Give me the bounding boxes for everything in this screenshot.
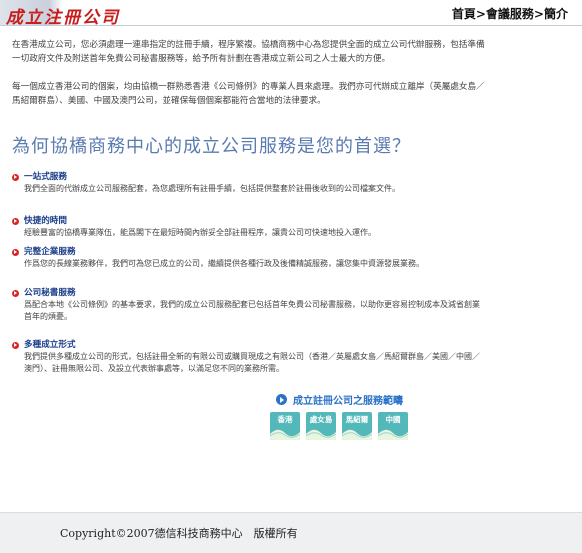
main-content: 在香港成立公司，您必須處理一連串指定的註冊手續，程序繁複。協橋商務中心為您提供全… bbox=[0, 26, 582, 512]
copyright-text: Copyright©2007德信科技商務中心 版權所有 bbox=[60, 527, 298, 540]
services-scope-link[interactable]: 成立註冊公司之服務範疇 bbox=[276, 392, 403, 407]
feature-title: 多種成立形式 bbox=[24, 340, 76, 350]
breadcrumb-current: 簡介 bbox=[543, 7, 568, 21]
feature-complete-corporate-services: 完整企業服務 作爲您的長線業務夥伴，我們可為您已成立的公司，繼續提供各種行政及後… bbox=[12, 246, 482, 270]
feature-description: 我們全面的代辦成立公司服務配套，為您處理所有註冊手續，包括提供整套於註冊後收到的… bbox=[24, 184, 400, 193]
breadcrumb-separator: > bbox=[533, 7, 544, 21]
page-title: 成立注冊公司 bbox=[6, 8, 120, 28]
region-tile-hong-kong[interactable]: 香港 bbox=[270, 412, 300, 440]
arrow-bullet-icon bbox=[12, 217, 19, 225]
play-arrow-icon bbox=[276, 394, 287, 405]
intro-paragraph-1: 在香港成立公司，您必須處理一連串指定的註冊手續，程序繁複。協橋商務中心為您提供全… bbox=[12, 40, 485, 64]
arrow-bullet-icon bbox=[12, 173, 19, 181]
breadcrumb-meeting-services-link[interactable]: 會議服務 bbox=[486, 7, 534, 21]
wave-icon bbox=[270, 429, 300, 440]
feature-description: 爲配合本地《公司條例》的基本要求，我們的成立公司服務配套已包括首年免費公司秘書服… bbox=[24, 300, 480, 321]
wave-icon bbox=[342, 429, 372, 440]
page-footer: Copyright©2007德信科技商務中心 版權所有 bbox=[0, 512, 582, 553]
region-tile-bvi[interactable]: 處女島 bbox=[306, 412, 336, 440]
feature-title: 一站式服務 bbox=[24, 172, 67, 182]
intro-paragraph-2: 每一個成立香港公司的個案，均由協橋一群熟悉香港《公司條例》的專業人員來處理。我們… bbox=[12, 82, 485, 106]
feature-fast-turnaround: 快捷的時間 經驗豐富的協橋專業隊伍，能爲閣下在最短時間內辦妥全部註冊程序，讓貴公… bbox=[12, 215, 482, 239]
region-tiles: 香港 處女島 馬紹爾 中國 bbox=[270, 412, 408, 440]
feature-company-secretary: 公司秘書服務 爲配合本地《公司條例》的基本要求，我們的成立公司服務配套已包括首年… bbox=[12, 287, 482, 323]
feature-one-stop-service: 一站式服務 我們全面的代辦成立公司服務配套，為您處理所有註冊手續，包括提供整套於… bbox=[12, 171, 482, 195]
breadcrumb-home-link[interactable]: 首頁 bbox=[452, 7, 476, 21]
wave-icon bbox=[378, 429, 408, 440]
region-tile-china[interactable]: 中國 bbox=[378, 412, 408, 440]
arrow-bullet-icon bbox=[12, 248, 19, 256]
region-tile-marshall[interactable]: 馬紹爾 bbox=[342, 412, 372, 440]
feature-title: 快捷的時間 bbox=[24, 216, 67, 226]
wave-icon bbox=[306, 429, 336, 440]
feature-description: 我們提供多種成立公司的形式，包括註冊全新的有限公司或購買現成之有限公司（香港／英… bbox=[24, 352, 480, 373]
feature-description: 經驗豐富的協橋專業隊伍，能爲閣下在最短時間內辦妥全部註冊程序，讓貴公司可快速地投… bbox=[24, 228, 376, 237]
feature-title: 公司秘書服務 bbox=[24, 288, 76, 298]
feature-title: 完整企業服務 bbox=[24, 247, 76, 257]
arrow-bullet-icon bbox=[12, 289, 19, 297]
feature-multiple-forms: 多種成立形式 我們提供多種成立公司的形式，包括註冊全新的有限公司或購買現成之有限… bbox=[12, 339, 482, 375]
page-header: 成立注冊公司 首頁>會議服務>簡介 bbox=[0, 0, 582, 28]
services-scope-label: 成立註冊公司之服務範疇 bbox=[293, 396, 403, 407]
breadcrumb-separator: > bbox=[475, 7, 486, 21]
section-heading: 為何協橋商務中心的成立公司服務是您的首選？ bbox=[12, 136, 411, 157]
breadcrumb: 首頁>會議服務>簡介 bbox=[452, 5, 568, 22]
arrow-bullet-icon bbox=[12, 341, 19, 349]
feature-description: 作爲您的長線業務夥伴，我們可為您已成立的公司，繼續提供各種行政及後備精誠服務，讓… bbox=[24, 259, 424, 268]
